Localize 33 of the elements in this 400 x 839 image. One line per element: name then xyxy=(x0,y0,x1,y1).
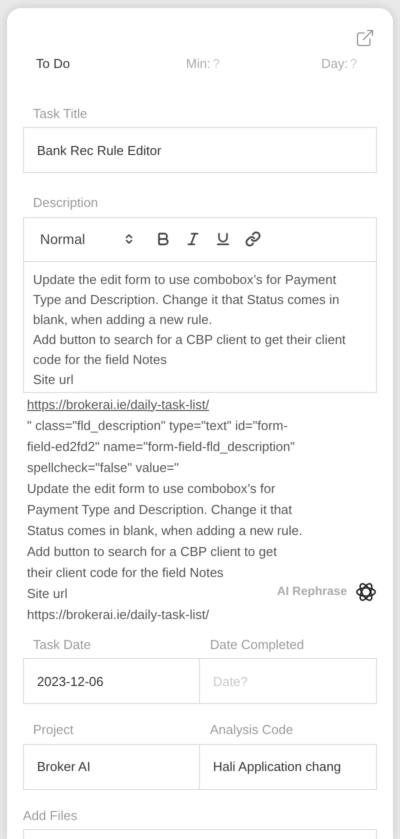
field-label: Analysis Code xyxy=(209,721,294,739)
field-label: Date Completed xyxy=(209,636,305,654)
format-select[interactable]: Normal xyxy=(40,228,135,250)
input-field[interactable]: 2023-12-06 xyxy=(23,658,200,704)
underline-icon[interactable] xyxy=(215,231,231,247)
italic-icon[interactable] xyxy=(185,231,201,247)
field-label: Project xyxy=(32,721,74,739)
updown-icon xyxy=(123,233,135,245)
description-paragraph: Site url xyxy=(33,370,74,388)
input-field[interactable]: Hali Application chang xyxy=(200,744,377,790)
overflow-text: " class="fld_description" type="text" id="form-field-ed2fd2" name="form-field-fld_description" spellcheck="false" value=" xyxy=(27,416,296,477)
field-label: Add Files xyxy=(23,806,78,824)
field-label: Description xyxy=(32,194,100,212)
link-icon[interactable] xyxy=(245,231,261,247)
input-field[interactable]: Bank Rec Rule Editor xyxy=(23,127,377,173)
field-label: Task Date xyxy=(32,636,92,654)
status-text: To Do xyxy=(36,55,71,73)
description-paragraph: Add button to search for a CBP client to get their client code for the field Notes xyxy=(33,330,347,368)
rich-text-editor[interactable] xyxy=(23,216,377,392)
day-label: Day: xyxy=(321,55,348,73)
overflow-text: Add button to search for a CBP client to get their client code for the field Notes xyxy=(27,542,278,582)
min-label: Min: xyxy=(186,55,211,73)
min-field[interactable]: ? xyxy=(212,54,233,74)
bold-icon[interactable] xyxy=(155,231,171,247)
day-field[interactable]: ? xyxy=(350,54,364,74)
field-label: Task Title xyxy=(32,104,88,122)
overflow-text: Site url xyxy=(27,584,68,602)
overflow-text: https://brokerai.ie/daily-task-list/ xyxy=(27,606,210,624)
external-link-icon[interactable] xyxy=(355,28,375,48)
overflow-text: Update the edit form to use combobox’s for Payment Type and Description. Change it that Status comes in blank, when adding a new rule. xyxy=(27,480,304,540)
overflow-link[interactable]: https://brokerai.ie/daily-task-list/ xyxy=(27,394,373,414)
input-field[interactable]: Broker AI xyxy=(23,744,200,790)
description-paragraph: Update the edit form to use combobox’s for Payment Type and Description. Change it that Status comes in blank, when adding a new rule. xyxy=(33,270,340,329)
